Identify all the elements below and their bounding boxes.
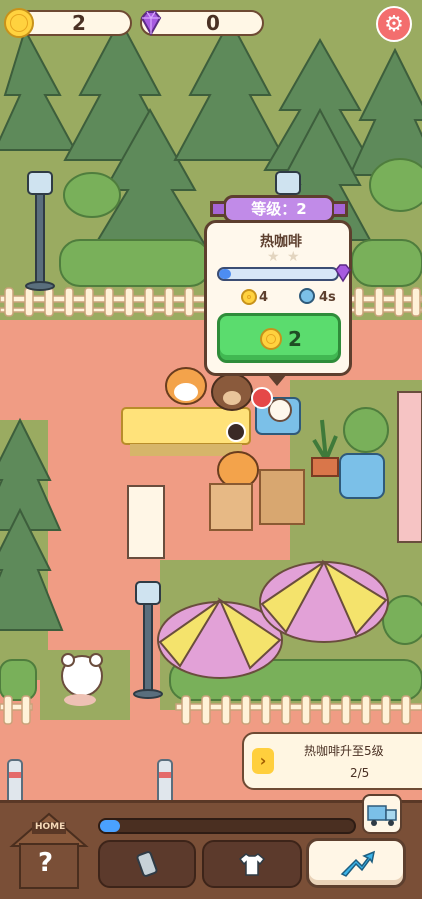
upgrade-cost: 2 xyxy=(288,327,302,351)
quest-count: 2/5 xyxy=(350,766,370,780)
question-mark: ? xyxy=(38,848,54,878)
coin-reward: 4 xyxy=(259,290,269,305)
star-icon: ★ xyxy=(287,249,300,265)
gem-icon xyxy=(140,11,162,37)
truck-icon xyxy=(367,805,397,826)
shop-tab-button[interactable] xyxy=(202,840,302,888)
coin-count: 2 xyxy=(72,11,86,35)
star-icon: ★ xyxy=(267,249,280,265)
delivery-truck-button[interactable] xyxy=(362,794,402,834)
settings-button[interactable]: ⚙ xyxy=(376,6,412,42)
clock-icon xyxy=(299,288,315,304)
level-progress-bar xyxy=(217,267,339,281)
level-progress-fill xyxy=(219,269,231,279)
xp-bar xyxy=(98,818,356,834)
gem-count: 0 xyxy=(206,11,220,35)
quest-card[interactable]: › 热咖啡升至5级 2/5 xyxy=(242,732,422,790)
gear-icon: ⚙ xyxy=(384,11,404,37)
arrow-up-icon xyxy=(340,850,376,877)
prep-time: 4s xyxy=(319,290,336,305)
quest-text: 热咖啡升至5级 xyxy=(304,744,384,758)
chevron-right-icon: › xyxy=(252,748,274,774)
upgrade-arrow-button[interactable] xyxy=(306,838,406,888)
coin-icon xyxy=(4,8,34,38)
home-sign: HOME xyxy=(35,822,66,832)
phone-icon xyxy=(136,851,158,877)
menu-tab-button[interactable] xyxy=(98,840,196,888)
item-name: 热咖啡 xyxy=(260,234,302,250)
gem-icon xyxy=(335,264,351,283)
xp-fill xyxy=(100,820,121,832)
level-banner: 等级：2 xyxy=(210,195,348,223)
upgrade-button[interactable]: 2 xyxy=(217,313,341,363)
home-button[interactable]: HOME ? xyxy=(6,806,92,892)
coin-icon xyxy=(260,328,282,350)
upgrade-popup: 热咖啡 ★ ★ 4 4s 2 xyxy=(204,220,352,386)
tshirt-icon xyxy=(238,853,266,876)
coin-icon xyxy=(241,289,257,305)
